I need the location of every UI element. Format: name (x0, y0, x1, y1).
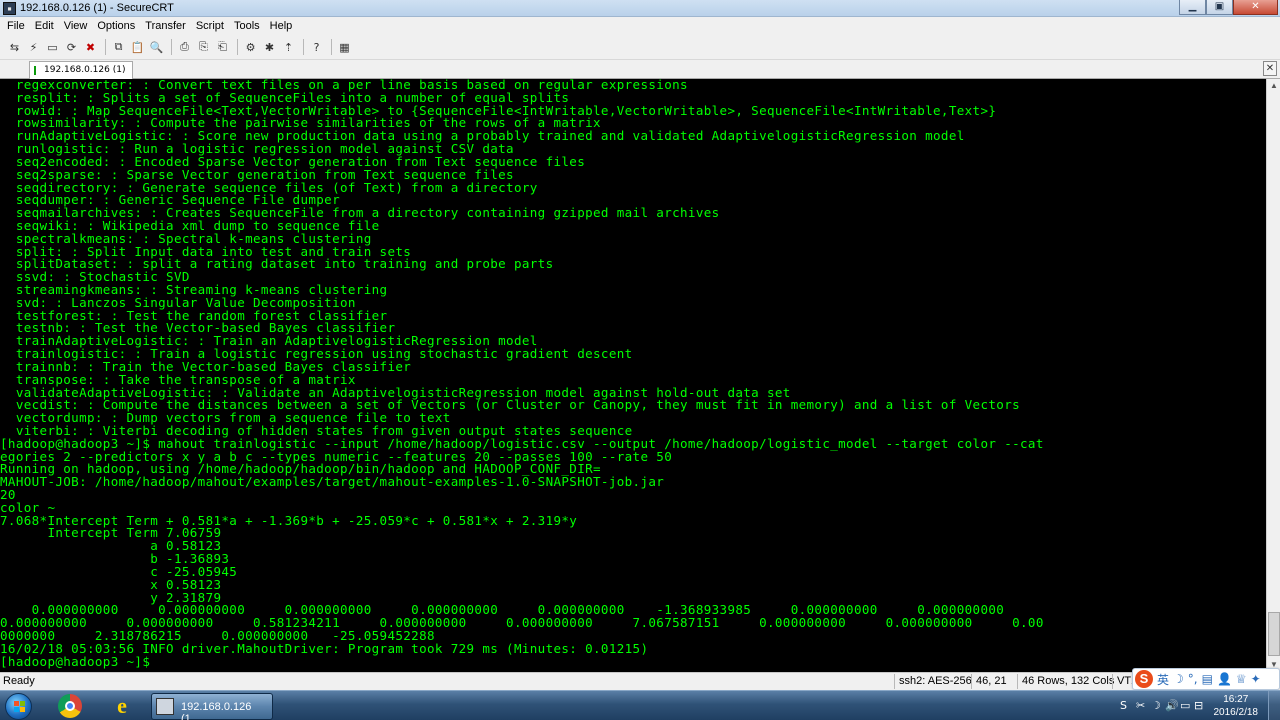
connect-in-tab-icon[interactable]: ▭ (44, 39, 61, 56)
print-selection-icon[interactable]: ⎗ (214, 39, 231, 56)
scrollbar-thumb[interactable] (1268, 612, 1280, 656)
terminal-line: MAHOUT-JOB: /home/hadoop/mahout/examples… (0, 474, 665, 490)
menu-tools[interactable]: Tools (229, 17, 265, 35)
status-cursor-position: 46, 21 (971, 674, 1007, 689)
disconnect-icon[interactable]: ✖ (82, 39, 99, 56)
action-center-icon[interactable]: ⊟ (1194, 699, 1203, 712)
terminal-line: 20 (0, 487, 16, 502)
toolbar-separator (171, 39, 172, 55)
toolbar: ⇆ ⚡ ▭ ⟳ ✖ ⧉ 📋 🔍 ⎙ ⎘ ⎗ ⚙ ✱ ⇡ ? ▦ (0, 35, 1280, 60)
moon-icon[interactable]: ☽ (1173, 672, 1184, 686)
status-cipher: ssh2: AES-256 (894, 674, 972, 689)
menu-help[interactable]: Help (265, 17, 298, 35)
sftp-icon[interactable]: ⇡ (280, 39, 297, 56)
skin-icon[interactable]: ♕ (1236, 672, 1247, 686)
session-tab-strip: 192.168.0.126 (1) ✕ (0, 60, 1280, 79)
securecrt-taskbar-icon (156, 698, 174, 715)
global-options-icon[interactable]: ✱ (261, 39, 278, 56)
keyboard-icon[interactable]: ▤ (1202, 672, 1213, 686)
windows-taskbar: e 192.168.0.126 (1... S ✂ ☽ 🔊 ▭ ⊟ 16:27 … (0, 690, 1280, 720)
system-tray: S ✂ ☽ 🔊 ▭ ⊟ 16:27 2016/2/18 (1120, 691, 1280, 720)
session-options-icon[interactable]: ⚙ (242, 39, 259, 56)
menu-options[interactable]: Options (92, 17, 140, 35)
taskbar-securecrt-button[interactable]: 192.168.0.126 (1... (151, 693, 273, 720)
ime-language-toggle[interactable]: 英 (1157, 671, 1169, 688)
user-icon[interactable]: 👤 (1217, 672, 1232, 686)
internet-explorer-icon[interactable]: e (108, 694, 136, 719)
menu-file[interactable]: File (2, 17, 30, 35)
clock-time: 16:27 (1223, 694, 1249, 705)
sogou-tray-icon[interactable]: S (1120, 699, 1127, 712)
status-ready: Ready (3, 675, 35, 687)
punctuation-icon[interactable]: °, (1188, 672, 1198, 686)
terminal-scrollbar[interactable]: ▲ ▼ (1266, 79, 1280, 672)
status-terminal-size: 46 Rows, 132 Cols (1017, 674, 1114, 689)
menu-transfer[interactable]: Transfer (140, 17, 191, 35)
windows-logo-icon (14, 701, 25, 712)
close-button[interactable]: ✕ (1233, 0, 1278, 15)
sogou-logo-icon[interactable]: S (1135, 670, 1153, 688)
scroll-up-icon[interactable]: ▲ (1268, 79, 1280, 92)
menu-script[interactable]: Script (191, 17, 229, 35)
keymap-icon[interactable]: ▦ (336, 39, 353, 56)
toolbar-separator (303, 39, 304, 55)
terminal-screen[interactable]: regexconverter: : Convert text files on … (0, 79, 1266, 672)
taskbar-clock[interactable]: 16:27 2016/2/18 (1214, 693, 1259, 719)
toolbar-separator (105, 39, 106, 55)
snipping-tray-icon[interactable]: ✂ (1136, 699, 1145, 712)
menu-view[interactable]: View (59, 17, 93, 35)
taskbar-button-label: 192.168.0.126 (1... (181, 701, 252, 720)
toolbar-separator (331, 39, 332, 55)
toolbar-separator (237, 39, 238, 55)
quick-connect-icon[interactable]: ⚡ (25, 39, 42, 56)
terminal-line: 16/02/18 05:03:56 INFO driver.MahoutDriv… (0, 640, 649, 656)
show-desktop-button[interactable] (1268, 691, 1280, 720)
chrome-center (65, 701, 75, 711)
status-bar: Ready ssh2: AES-256 46, 21 46 Rows, 132 … (0, 672, 1280, 690)
securecrt-app-icon[interactable]: ▪ (3, 1, 16, 15)
paste-icon[interactable]: 📋 (129, 39, 146, 56)
close-tab-button[interactable]: ✕ (1263, 61, 1277, 76)
session-tab-label: 192.168.0.126 (1) (44, 65, 126, 75)
ime-toolbar: S 英 ☽ °, ▤ 👤 ♕ ✦ (1132, 668, 1280, 690)
start-button[interactable] (5, 693, 32, 720)
maximize-button[interactable]: ▣ (1206, 0, 1233, 15)
print-icon[interactable]: ⎙ (176, 39, 193, 56)
terminal-line: [hadoop@hadoop3 ~]$ (0, 653, 159, 669)
terminal-output: regexconverter: : Convert text files on … (0, 79, 1266, 668)
find-icon[interactable]: 🔍 (148, 39, 165, 56)
volume-icon[interactable]: 🔊 (1165, 699, 1179, 712)
connect-icon[interactable]: ⇆ (6, 39, 23, 56)
help-icon[interactable]: ? (308, 39, 325, 56)
chrome-icon[interactable] (58, 694, 82, 718)
tools-icon[interactable]: ✦ (1251, 672, 1261, 686)
title-bar: ▪ 192.168.0.126 (1) - SecureCRT ▁ ▣ ✕ (0, 0, 1280, 17)
window-title: 192.168.0.126 (1) - SecureCRT (20, 2, 174, 14)
reconnect-icon[interactable]: ⟳ (63, 39, 80, 56)
network-icon[interactable]: ▭ (1180, 699, 1190, 712)
copy-icon[interactable]: ⧉ (110, 39, 127, 56)
session-tab[interactable]: 192.168.0.126 (1) (29, 61, 134, 79)
menu-edit[interactable]: Edit (30, 17, 59, 35)
print-setup-icon[interactable]: ⎘ (195, 39, 212, 56)
window-controls: ▁ ▣ ✕ (1179, 0, 1278, 15)
connected-indicator-icon (34, 66, 36, 75)
menu-bar: File Edit View Options Transfer Script T… (0, 17, 1280, 35)
minimize-button[interactable]: ▁ (1179, 0, 1206, 15)
moon-tray-icon[interactable]: ☽ (1151, 699, 1161, 712)
clock-date: 2016/2/18 (1213, 707, 1259, 718)
